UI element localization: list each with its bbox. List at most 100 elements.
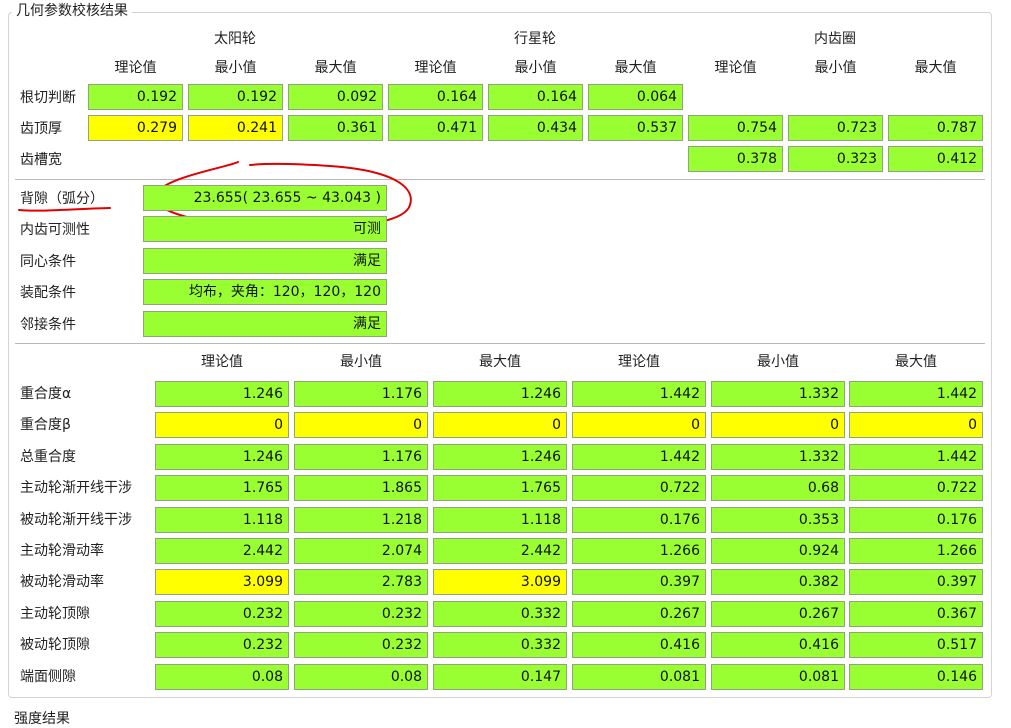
value-cell: 0 bbox=[155, 412, 289, 438]
value-cell: 1.442 bbox=[572, 444, 706, 470]
check-value: 可测 bbox=[143, 216, 387, 242]
value-cell: 0.241 bbox=[188, 115, 283, 141]
value-cell: 1.176 bbox=[294, 444, 428, 470]
column-header: 理论值 bbox=[114, 60, 157, 76]
column-header: 最小值 bbox=[214, 60, 257, 76]
group-header: 行星轮 bbox=[514, 31, 556, 47]
row-label: 被动轮顶隙 bbox=[20, 637, 90, 653]
value-cell: 2.442 bbox=[155, 538, 289, 564]
group-header: 太阳轮 bbox=[214, 31, 256, 47]
check-label: 同心条件 bbox=[20, 254, 76, 270]
column-header: 最小值 bbox=[340, 354, 382, 370]
value-cell: 0 bbox=[572, 412, 706, 438]
value-cell: 0.332 bbox=[433, 601, 567, 627]
value-cell: 0.146 bbox=[849, 664, 983, 690]
value-cell: 0.416 bbox=[572, 632, 706, 658]
value-cell: 0.361 bbox=[288, 115, 383, 141]
value-cell: 0.323 bbox=[788, 146, 883, 172]
section-title: 几何参数校核结果 bbox=[12, 2, 132, 20]
value-cell: 0.232 bbox=[155, 601, 289, 627]
value-cell: 1.266 bbox=[849, 538, 983, 564]
value-cell: 2.783 bbox=[294, 569, 428, 595]
value-cell: 0.176 bbox=[849, 507, 983, 533]
column-header: 最小值 bbox=[514, 60, 557, 76]
value-cell: 0.722 bbox=[849, 475, 983, 501]
divider-top bbox=[15, 179, 985, 180]
value-cell: 0.232 bbox=[294, 632, 428, 658]
column-header: 理论值 bbox=[201, 354, 243, 370]
value-cell: 0.064 bbox=[588, 84, 683, 110]
value-cell: 0.754 bbox=[688, 115, 783, 141]
value-cell: 0.164 bbox=[488, 84, 583, 110]
value-cell: 0.537 bbox=[588, 115, 683, 141]
column-header: 最大值 bbox=[614, 60, 657, 76]
strength-result-title: 强度结果 bbox=[14, 711, 70, 727]
value-cell: 0.081 bbox=[572, 664, 706, 690]
value-cell: 0.367 bbox=[849, 601, 983, 627]
row-label: 重合度β bbox=[20, 417, 71, 433]
value-cell: 1.865 bbox=[294, 475, 428, 501]
value-cell: 0.332 bbox=[433, 632, 567, 658]
divider-middle bbox=[15, 343, 985, 344]
value-cell: 0.397 bbox=[572, 569, 706, 595]
value-cell: 0.192 bbox=[188, 84, 283, 110]
check-label: 背隙（弧分） bbox=[20, 191, 104, 207]
group-header: 内齿圈 bbox=[814, 31, 856, 47]
value-cell: 1.765 bbox=[155, 475, 289, 501]
value-cell: 0.267 bbox=[572, 601, 706, 627]
value-cell: 0.192 bbox=[88, 84, 183, 110]
value-cell: 0 bbox=[433, 412, 567, 438]
value-cell: 0.723 bbox=[788, 115, 883, 141]
value-cell: 0 bbox=[711, 412, 845, 438]
value-cell: 1.246 bbox=[433, 444, 567, 470]
value-cell: 0 bbox=[294, 412, 428, 438]
value-cell: 3.099 bbox=[433, 569, 567, 595]
column-header: 理论值 bbox=[414, 60, 457, 76]
column-header: 理论值 bbox=[714, 60, 757, 76]
value-cell: 0.147 bbox=[433, 664, 567, 690]
column-header: 最大值 bbox=[895, 354, 937, 370]
value-cell: 0.471 bbox=[388, 115, 483, 141]
value-cell: 1.442 bbox=[849, 381, 983, 407]
value-cell: 0.924 bbox=[711, 538, 845, 564]
column-header: 理论值 bbox=[618, 354, 660, 370]
value-cell: 1.176 bbox=[294, 381, 428, 407]
row-label: 重合度α bbox=[20, 386, 72, 402]
value-cell: 1.246 bbox=[155, 381, 289, 407]
value-cell: 1.442 bbox=[572, 381, 706, 407]
value-cell: 0.378 bbox=[688, 146, 783, 172]
value-cell: 0.081 bbox=[711, 664, 845, 690]
value-cell: 3.099 bbox=[155, 569, 289, 595]
value-cell: 0.397 bbox=[849, 569, 983, 595]
check-label: 内齿可测性 bbox=[20, 222, 90, 238]
value-cell: 1.266 bbox=[572, 538, 706, 564]
value-cell: 2.442 bbox=[433, 538, 567, 564]
value-cell: 1.246 bbox=[433, 381, 567, 407]
value-cell: 0.232 bbox=[155, 632, 289, 658]
row-label: 主动轮渐开线干涉 bbox=[20, 480, 132, 496]
column-header: 最大值 bbox=[314, 60, 357, 76]
value-cell: 0.412 bbox=[888, 146, 983, 172]
column-header: 最大值 bbox=[479, 354, 521, 370]
column-header: 最小值 bbox=[757, 354, 799, 370]
value-cell: 0.787 bbox=[888, 115, 983, 141]
row-label: 被动轮渐开线干涉 bbox=[20, 512, 132, 528]
row-label: 总重合度 bbox=[20, 449, 76, 465]
check-label: 邻接条件 bbox=[20, 317, 76, 333]
value-cell: 1.118 bbox=[155, 507, 289, 533]
value-cell: 1.332 bbox=[711, 444, 845, 470]
value-cell: 0.164 bbox=[388, 84, 483, 110]
column-header: 最小值 bbox=[814, 60, 857, 76]
value-cell: 1.218 bbox=[294, 507, 428, 533]
value-cell: 0.092 bbox=[288, 84, 383, 110]
value-cell: 0.517 bbox=[849, 632, 983, 658]
row-label: 端面侧隙 bbox=[20, 669, 76, 685]
value-cell: 0.416 bbox=[711, 632, 845, 658]
row-label: 根切判断 bbox=[20, 90, 76, 106]
value-cell: 2.074 bbox=[294, 538, 428, 564]
value-cell: 1.765 bbox=[433, 475, 567, 501]
value-cell: 1.332 bbox=[711, 381, 845, 407]
value-cell: 1.246 bbox=[155, 444, 289, 470]
row-label: 主动轮滑动率 bbox=[20, 543, 104, 559]
value-cell: 0.267 bbox=[711, 601, 845, 627]
